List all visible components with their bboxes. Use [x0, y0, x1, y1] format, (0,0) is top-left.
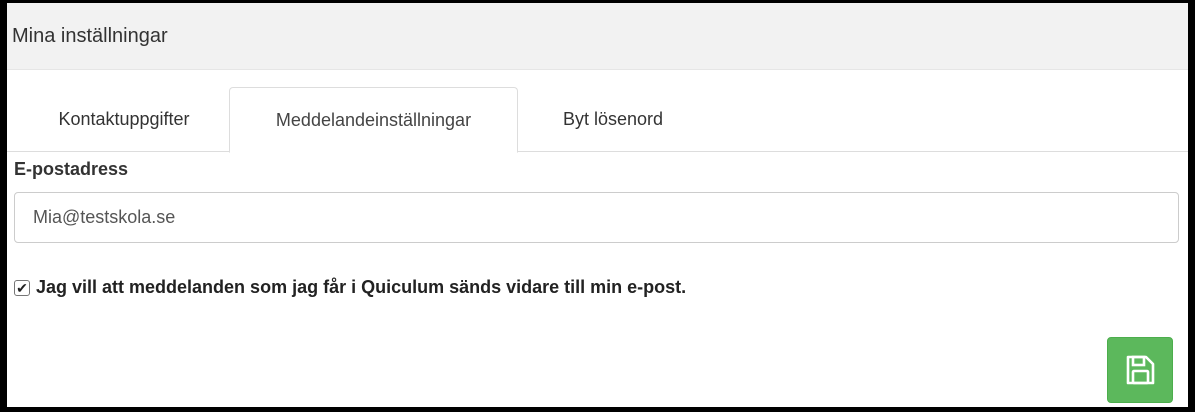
tab-label: Byt lösenord	[562, 109, 664, 129]
settings-panel: Mina inställningar Kontaktuppgifter Medd…	[0, 0, 1195, 412]
tab-kontaktuppgifter[interactable]: Kontaktuppgifter	[19, 87, 229, 152]
panel-heading: Mina inställningar	[7, 3, 1188, 70]
forward-email-label[interactable]: Jag vill att meddelanden som jag får i Q…	[36, 277, 686, 298]
panel-title: Mina inställningar	[12, 24, 168, 47]
save-button[interactable]	[1107, 337, 1173, 403]
checkmark-icon: ✔	[16, 279, 28, 296]
email-field[interactable]	[14, 192, 1179, 243]
tab-meddelandeinstallningar[interactable]: Meddelandeinställningar	[229, 87, 518, 153]
tab-label: Kontaktuppgifter	[58, 109, 190, 129]
tab-label: Meddelandeinställningar	[275, 109, 472, 130]
forward-email-option: ✔ Jag vill att meddelanden som jag får i…	[14, 277, 686, 298]
forward-email-checkbox[interactable]: ✔	[14, 279, 30, 296]
tab-byt-losenord[interactable]: Byt lösenord	[518, 87, 708, 152]
floppy-disk-icon	[1126, 355, 1155, 385]
email-label: E-postadress	[14, 159, 129, 179]
tab-bar: Kontaktuppgifter Meddelandeinställningar…	[7, 70, 1188, 153]
